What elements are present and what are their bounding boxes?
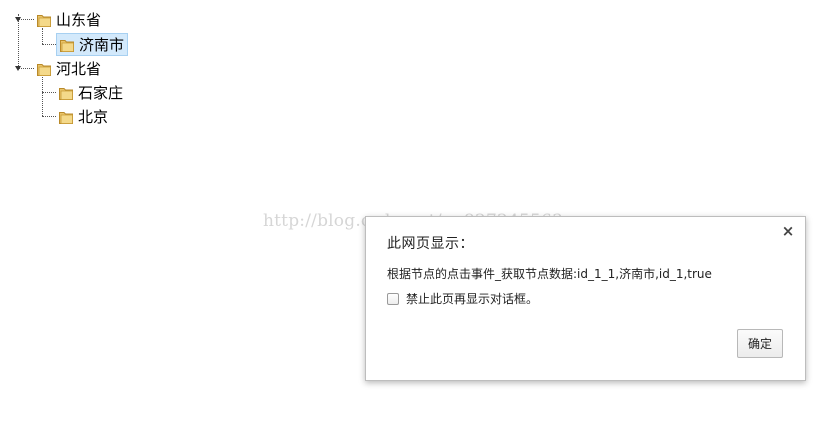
tree-node-label: 山东省 [56, 11, 102, 29]
tree-node-label: 济南市 [79, 35, 125, 54]
tree-node-jinan[interactable]: 济南市 [56, 33, 129, 56]
tree-connector-root [18, 14, 19, 68]
tree-connector-shijiazhuang [42, 92, 56, 93]
collapse-toggle-hebei[interactable] [15, 66, 21, 71]
alert-dialog: 此网页显示： × 根据节点的点击事件_获取节点数据:id_1_1,济南市,id_… [365, 216, 806, 381]
suppress-dialogs-option[interactable]: 禁止此页再显示对话框。 [387, 290, 538, 307]
folder-icon [37, 64, 51, 76]
tree-node-hebei[interactable]: 河北省 [34, 58, 104, 80]
dialog-message: 根据节点的点击事件_获取节点数据:id_1_1,济南市,id_1,true [387, 267, 712, 281]
tree-node-shijiazhuang[interactable]: 石家庄 [56, 82, 126, 104]
tree-node-beijing[interactable]: 北京 [56, 106, 111, 128]
folder-icon [60, 39, 74, 52]
dialog-title: 此网页显示： [387, 236, 474, 252]
ok-button[interactable]: 确定 [737, 329, 783, 358]
tree-node-label: 河北省 [56, 60, 102, 78]
tree-node-shandong[interactable]: 山东省 [34, 9, 104, 31]
collapse-toggle-shandong[interactable] [15, 17, 21, 22]
folder-icon [37, 15, 51, 27]
tree-node-label: 北京 [78, 108, 109, 126]
suppress-dialogs-label[interactable]: 禁止此页再显示对话框。 [406, 290, 538, 307]
tree-connector-beijing [42, 116, 56, 117]
suppress-dialogs-checkbox[interactable] [387, 292, 399, 305]
close-icon[interactable]: × [780, 223, 796, 239]
tree-connector-jinan [42, 44, 56, 45]
page: 山东省 济南市 河北省 石家庄 北京 此网页显示： × 根据节点的点击事件_获取… [0, 0, 826, 427]
province-tree: 山东省 济南市 河北省 石家庄 北京 [0, 0, 260, 140]
folder-icon [59, 88, 73, 100]
folder-icon [59, 112, 73, 124]
tree-connector-hebei [42, 77, 43, 116]
tree-node-label: 石家庄 [78, 84, 124, 102]
